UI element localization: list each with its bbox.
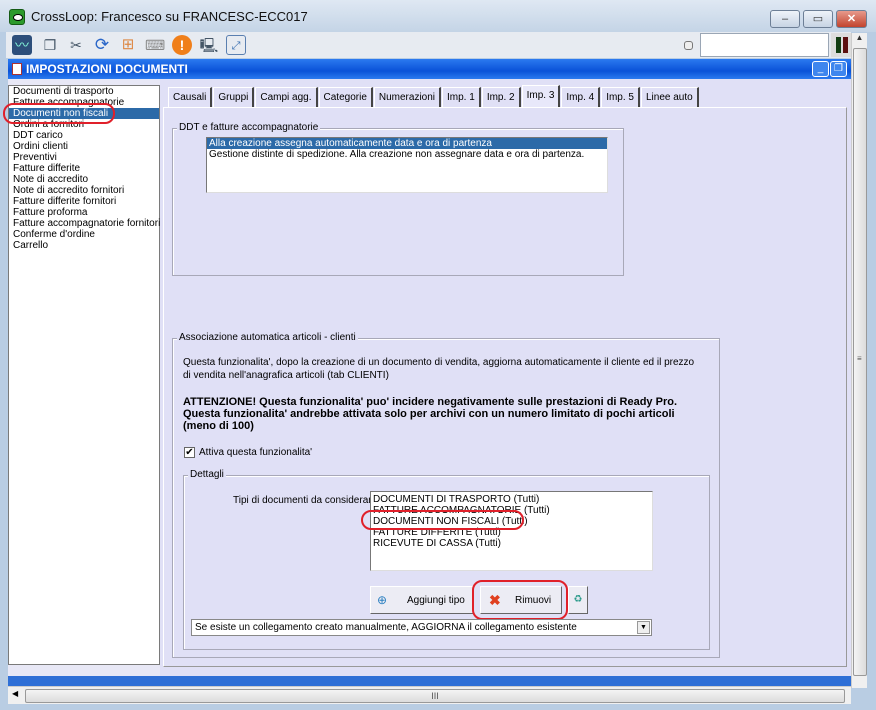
status-indicator-icon: [684, 41, 693, 50]
maximize-button[interactable]: ▭: [803, 10, 833, 28]
document-type-item[interactable]: Preventivi: [9, 152, 159, 163]
tab-causali[interactable]: Causali: [168, 87, 213, 107]
horizontal-scrollbar[interactable]: ◀ III: [8, 686, 851, 704]
tab-numerazioni[interactable]: Numerazioni: [373, 87, 442, 107]
document-types-label: Tipi di documenti da considerare:: [233, 495, 380, 506]
document-type-item[interactable]: Fatture proforma: [9, 207, 159, 218]
document-type-item[interactable]: Fatture accompagnatorie fornitori: [9, 218, 160, 229]
document-type-item[interactable]: Carrello: [9, 240, 159, 251]
warning-line-1: ATTENZIONE! Questa funzionalita' puo' in…: [183, 396, 678, 408]
close-button[interactable]: ✕: [836, 10, 867, 28]
toolbar-input[interactable]: [700, 33, 829, 57]
tools-icon[interactable]: ✂: [66, 35, 86, 55]
tab-bar: Causali Gruppi Campi agg. Categorie Numerazi…: [168, 85, 700, 108]
tab-categorie[interactable]: Categorie: [318, 87, 373, 107]
document-type-item[interactable]: DDT carico: [9, 130, 159, 141]
taskbar-strip: [8, 676, 851, 686]
association-group-label: Associazione automatica articoli - clien…: [177, 332, 358, 343]
recycle-bin-button[interactable]: ♻: [568, 586, 588, 614]
inner-window-titlebar: IMPOSTAZIONI DOCUMENTI: [8, 59, 851, 79]
window-title: CrossLoop: Francesco su FRANCESC-ECC017: [31, 9, 308, 24]
document-settings-icon: [12, 63, 22, 75]
keyboard-icon[interactable]: ⌨: [145, 35, 165, 55]
add-type-label: Aggiungi tipo: [407, 595, 465, 606]
document-type-entry[interactable]: RICEVUTE DI CASSA (Tutti): [371, 538, 652, 549]
add-type-button[interactable]: ⊕ Aggiungi tipo: [370, 586, 474, 614]
monitor-icon[interactable]: 〰: [12, 35, 32, 55]
document-type-item[interactable]: Documenti di trasporto: [9, 86, 159, 97]
document-type-item[interactable]: Fatture differite fornitori: [9, 196, 159, 207]
document-type-item[interactable]: Note di accredito: [9, 174, 159, 185]
disconnect-icon[interactable]: 🖳: [199, 35, 219, 55]
inner-restore-button[interactable]: ❐: [830, 61, 847, 77]
document-type-list[interactable]: Documenti di trasporto Fatture accompagna…: [8, 85, 160, 665]
warning-line-2: Questa funzionalita' andrebbe attivata s…: [183, 408, 675, 420]
document-type-item[interactable]: Note di accredito fornitori: [9, 185, 159, 196]
chevron-down-icon[interactable]: ▼: [637, 621, 650, 634]
tab-imp-2[interactable]: Imp. 2: [481, 87, 521, 107]
tab-imp-5[interactable]: Imp. 5: [601, 87, 640, 107]
tab-imp-3[interactable]: Imp. 3: [521, 85, 561, 107]
link-policy-value: Se esiste un collegamento creato manualm…: [195, 622, 577, 633]
annotation-circle: [361, 510, 524, 530]
activate-checkbox-label: Attiva questa funzionalita': [199, 447, 313, 458]
activate-checkbox[interactable]: ✔: [184, 447, 195, 458]
inner-window-title: IMPOSTAZIONI DOCUMENTI: [26, 62, 188, 76]
refresh-icon[interactable]: ⟳: [92, 35, 112, 55]
warning-line-3: (meno di 100): [183, 420, 254, 432]
crossloop-app-icon: [9, 9, 25, 25]
ddt-options-list[interactable]: Alla creazione assegna automaticamente d…: [206, 137, 608, 193]
windows-icon[interactable]: ❐: [40, 35, 60, 55]
connection-status-icon: [831, 33, 851, 57]
minimize-button[interactable]: –: [770, 10, 800, 28]
link-policy-combobox[interactable]: Se esiste un collegamento creato manualm…: [191, 619, 652, 636]
document-type-entry[interactable]: DOCUMENTI DI TRASPORTO (Tutti): [371, 494, 652, 505]
annotation-circle: [472, 580, 568, 620]
annotation-circle: [3, 103, 115, 124]
document-types-list[interactable]: DOCUMENTI DI TRASPORTO (Tutti) FATTURE AC…: [370, 491, 653, 571]
horizontal-scroll-thumb[interactable]: III: [25, 689, 845, 703]
windows-logo-icon[interactable]: ⊞: [118, 35, 138, 55]
ddt-group-label: DDT e fatture accompagnatorie: [177, 122, 321, 133]
warning-icon[interactable]: !: [172, 35, 192, 55]
description-line-1: Questa funzionalita', dopo la creazione …: [183, 357, 695, 368]
fullscreen-icon[interactable]: ⤢: [226, 35, 246, 55]
document-type-item[interactable]: Ordini clienti: [9, 141, 159, 152]
vertical-scrollbar[interactable]: ▲ ≡: [851, 33, 867, 688]
vertical-scroll-thumb[interactable]: ≡: [853, 48, 867, 676]
tab-imp-1[interactable]: Imp. 1: [442, 87, 481, 107]
ddt-option[interactable]: Alla creazione assegna automaticamente d…: [207, 138, 607, 149]
tab-linee-auto[interactable]: Linee auto: [641, 87, 699, 107]
document-type-item[interactable]: Fatture differite: [9, 163, 159, 174]
ddt-option[interactable]: Gestione distinte di spedizione. Alla cr…: [207, 149, 607, 160]
tab-imp-4[interactable]: Imp. 4: [561, 87, 601, 107]
details-group-label: Dettagli: [188, 469, 226, 480]
tab-campi-agg[interactable]: Campi agg.: [255, 87, 318, 107]
recycle-bin-icon: ♻: [573, 594, 583, 605]
add-icon: ⊕: [377, 593, 388, 607]
document-type-item[interactable]: Conferme d'ordine: [9, 229, 159, 240]
tab-gruppi[interactable]: Gruppi: [213, 87, 255, 107]
description-line-2: di vendita nell'anagrafica articoli (tab…: [183, 370, 389, 381]
inner-minimize-button[interactable]: _: [812, 61, 829, 77]
